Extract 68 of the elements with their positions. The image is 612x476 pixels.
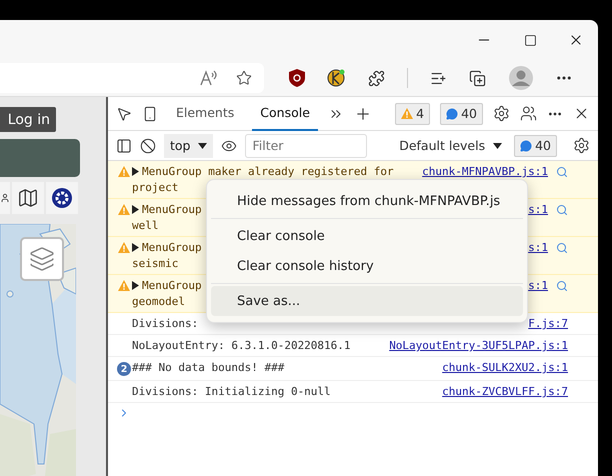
warning-icon: [401, 108, 414, 119]
message-icon: [520, 140, 532, 152]
source-link[interactable]: s:1: [528, 279, 548, 292]
settings-icon[interactable]: [493, 105, 510, 122]
messages-badge[interactable]: 40: [514, 134, 557, 156]
source-link[interactable]: chunk-SULK2XU2.js:1: [442, 361, 568, 374]
add-favorite-icon[interactable]: [236, 70, 252, 86]
warning-icon: [118, 242, 130, 253]
puzzle-icon[interactable]: [368, 70, 385, 86]
expand-triangle-icon[interactable]: [132, 205, 139, 214]
console-message: Divisions:: [132, 317, 198, 330]
expand-triangle-icon[interactable]: [132, 243, 139, 252]
people-icon[interactable]: [520, 105, 537, 122]
console-message: project: [132, 181, 178, 194]
warning-icon: [118, 166, 130, 177]
console-message: Divisions: Initializing 0-null: [132, 385, 331, 398]
caret-icon: [198, 142, 208, 148]
console-message: MenuGroup: [142, 279, 202, 292]
avatar-icon[interactable]: [508, 66, 533, 90]
menu-item[interactable]: Clear console: [211, 221, 523, 251]
expand-triangle-icon[interactable]: [132, 167, 139, 176]
shield-icon[interactable]: [289, 69, 306, 87]
device-icon[interactable]: [142, 106, 158, 122]
clear-icon[interactable]: [140, 138, 156, 154]
collections-icon[interactable]: [469, 70, 486, 86]
source-link[interactable]: s:1: [528, 241, 548, 254]
console-message: seismic: [132, 257, 178, 270]
filter-field[interactable]: Filter: [245, 134, 368, 158]
layers-button[interactable]: [20, 237, 64, 281]
messages-badge[interactable]: 40: [440, 102, 483, 124]
login-button[interactable]: Log in: [0, 107, 56, 132]
source-link[interactable]: NoLayoutEntry-3UF5LPAP.js:1: [389, 339, 568, 352]
search-icon[interactable]: [556, 280, 568, 292]
source-link[interactable]: chunk-ZVCBVLFF.js:7: [442, 385, 568, 398]
source-link[interactable]: F.js:7: [528, 317, 568, 330]
search-icon[interactable]: [556, 204, 568, 216]
warning-icon: [118, 204, 130, 215]
levels-dropdown[interactable]: Default levels: [395, 138, 506, 153]
warning-icon: [118, 280, 130, 291]
search-icon[interactable]: [556, 166, 568, 178]
console-message: geomodel: [132, 295, 185, 308]
repeat-count: 2: [117, 362, 131, 376]
context-dropdown[interactable]: top: [164, 134, 214, 158]
extension-icon[interactable]: [327, 69, 346, 87]
expand-triangle-icon[interactable]: [132, 281, 139, 290]
layers-icon: [29, 246, 55, 272]
console-message: MenuGroup: [142, 203, 202, 216]
message-icon: [446, 108, 458, 120]
search-icon[interactable]: [556, 242, 568, 254]
warnings-badge[interactable]: 4: [395, 102, 430, 124]
console-message: NoLayoutEntry: 6.3.1.0-20220816.1: [132, 339, 351, 352]
settings-icon[interactable]: [573, 137, 590, 154]
sidebar-icon[interactable]: [116, 138, 132, 154]
console-message: MenuGroup maker already registered for: [142, 165, 394, 178]
caret-icon: [493, 142, 502, 148]
menu-item[interactable]: Save as...: [211, 286, 523, 316]
menu-item[interactable]: Hide messages from chunk-MFNPAVBP.js: [211, 186, 523, 216]
read-aloud-icon[interactable]: [200, 70, 218, 86]
console-message: MenuGroup: [142, 241, 202, 254]
inspect-icon[interactable]: [116, 106, 132, 122]
console-message: well: [132, 219, 158, 232]
menu-item[interactable]: Clear console history: [211, 251, 523, 281]
console-message: ### No data bounds! ###: [132, 361, 284, 374]
source-link[interactable]: s:1: [528, 203, 548, 216]
source-link[interactable]: chunk-MFNPAVBP.js:1: [422, 165, 548, 178]
devtools-tab[interactable]: Elements: [168, 96, 242, 130]
maximize-icon[interactable]: [524, 34, 536, 46]
gear-icon[interactable]: [46, 182, 78, 214]
